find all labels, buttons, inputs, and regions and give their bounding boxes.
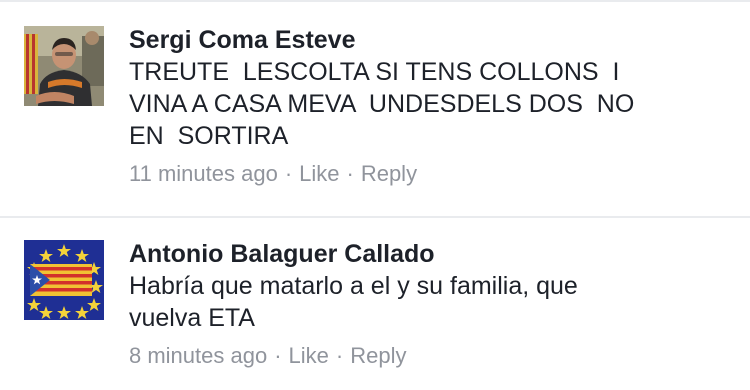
avatar[interactable] (24, 26, 104, 106)
reply-link[interactable]: Reply (361, 161, 417, 186)
estelada-eu-flag-icon (24, 240, 104, 320)
separator-dot: · (274, 343, 282, 368)
comment-timestamp[interactable]: 11 minutes ago (129, 161, 278, 186)
reply-link[interactable]: Reply (350, 343, 406, 368)
comment-author[interactable]: Sergi Coma Esteve (129, 24, 729, 56)
profile-photo-icon (24, 26, 104, 106)
comment: Sergi Coma Esteve TREUTE LESCOLTA SI TEN… (0, 2, 750, 216)
separator-dot: · (346, 161, 354, 186)
comment-meta: 8 minutes ago · Like · Reply (129, 342, 729, 370)
comment-text: TREUTE LESCOLTA SI TENS COLLONS I VINA A… (129, 58, 635, 150)
like-link[interactable]: Like (299, 161, 339, 186)
comment-timestamp[interactable]: 8 minutes ago (129, 343, 267, 368)
avatar[interactable] (24, 240, 104, 320)
comment: Antonio Balaguer Callado Habría que mata… (0, 218, 750, 390)
separator-dot: · (335, 343, 344, 368)
like-link[interactable]: Like (289, 343, 329, 368)
comment-meta: 11 minutes ago · Like · Reply (129, 160, 729, 188)
comment-text: Habría que matarlo a el y su familia, qu… (129, 272, 578, 332)
separator-dot: · (284, 161, 293, 186)
comment-author[interactable]: Antonio Balaguer Callado (129, 238, 729, 270)
